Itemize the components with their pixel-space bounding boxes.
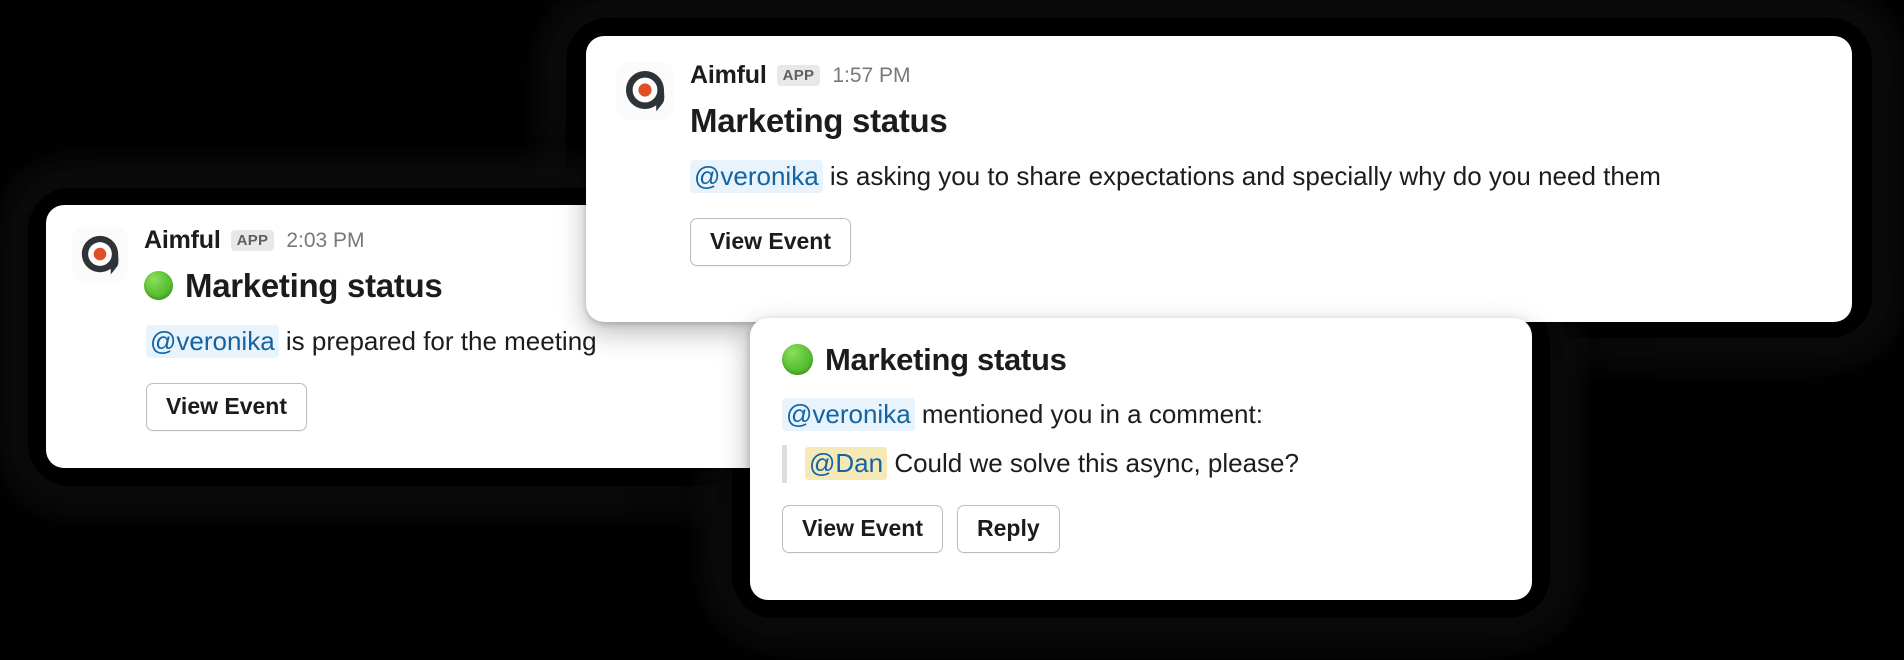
message-timestamp: 2:03 PM [286,229,365,252]
aimful-logo-icon [72,227,128,283]
view-event-button[interactable]: View Event [690,217,852,266]
message-title: Marketing status [782,342,1502,378]
green-circle-emoji [144,271,173,301]
app-badge: APP [230,230,275,251]
view-event-button[interactable]: View Event [782,505,944,554]
message-text: is asking you to share expectations and … [822,160,1661,191]
message-title-text: Marketing status [185,267,443,304]
notification-card-marketing-status-mention[interactable]: Marketing status @veronika mentioned you… [750,318,1532,600]
user-mention[interactable]: @veronika [146,324,279,358]
message-body: @veronika is asking you to share expecta… [690,158,1822,196]
action-button-row: View Event [146,382,850,431]
view-event-button[interactable]: View Event [146,382,308,431]
app-badge: APP [776,65,821,86]
user-mention-dan[interactable]: @Dan [805,447,888,481]
aimful-logo-icon [616,62,674,120]
message-timestamp: 1:57 PM [832,64,911,87]
reply-button[interactable]: Reply [957,505,1060,554]
message-text: is prepared for the meeting [278,325,597,356]
user-mention[interactable]: @veronika [690,159,823,193]
background-stage: Aimful APP 1:57 PM Marketing status @ver… [0,0,1904,660]
green-circle-emoji [782,344,813,376]
quoted-comment: @Dan Could we solve this async, please? [782,445,1502,484]
author-row: Aimful APP 1:57 PM [690,63,1822,88]
user-mention[interactable]: @veronika [782,397,915,431]
message-text: mentioned you in a comment: [914,398,1263,429]
message-title-text: Marketing status [825,342,1067,377]
message-title: Marketing status [690,102,1822,140]
message-body: @veronika mentioned you in a comment: [782,396,1502,434]
quoted-comment-text: Could we solve this async, please? [887,448,1299,479]
action-button-row: View Event [690,217,1822,266]
message-header-text: Aimful APP 1:57 PM Marketing status [690,62,1822,140]
message-header: Aimful APP 1:57 PM Marketing status [616,62,1822,140]
notification-card-marketing-status-expectations[interactable]: Aimful APP 1:57 PM Marketing status @ver… [586,36,1852,322]
app-name: Aimful [690,61,767,89]
message-body: @veronika is prepared for the meeting [146,323,850,361]
action-button-row: View Event Reply [782,505,1502,554]
app-name: Aimful [144,226,221,254]
message-title-text: Marketing status [690,102,948,139]
